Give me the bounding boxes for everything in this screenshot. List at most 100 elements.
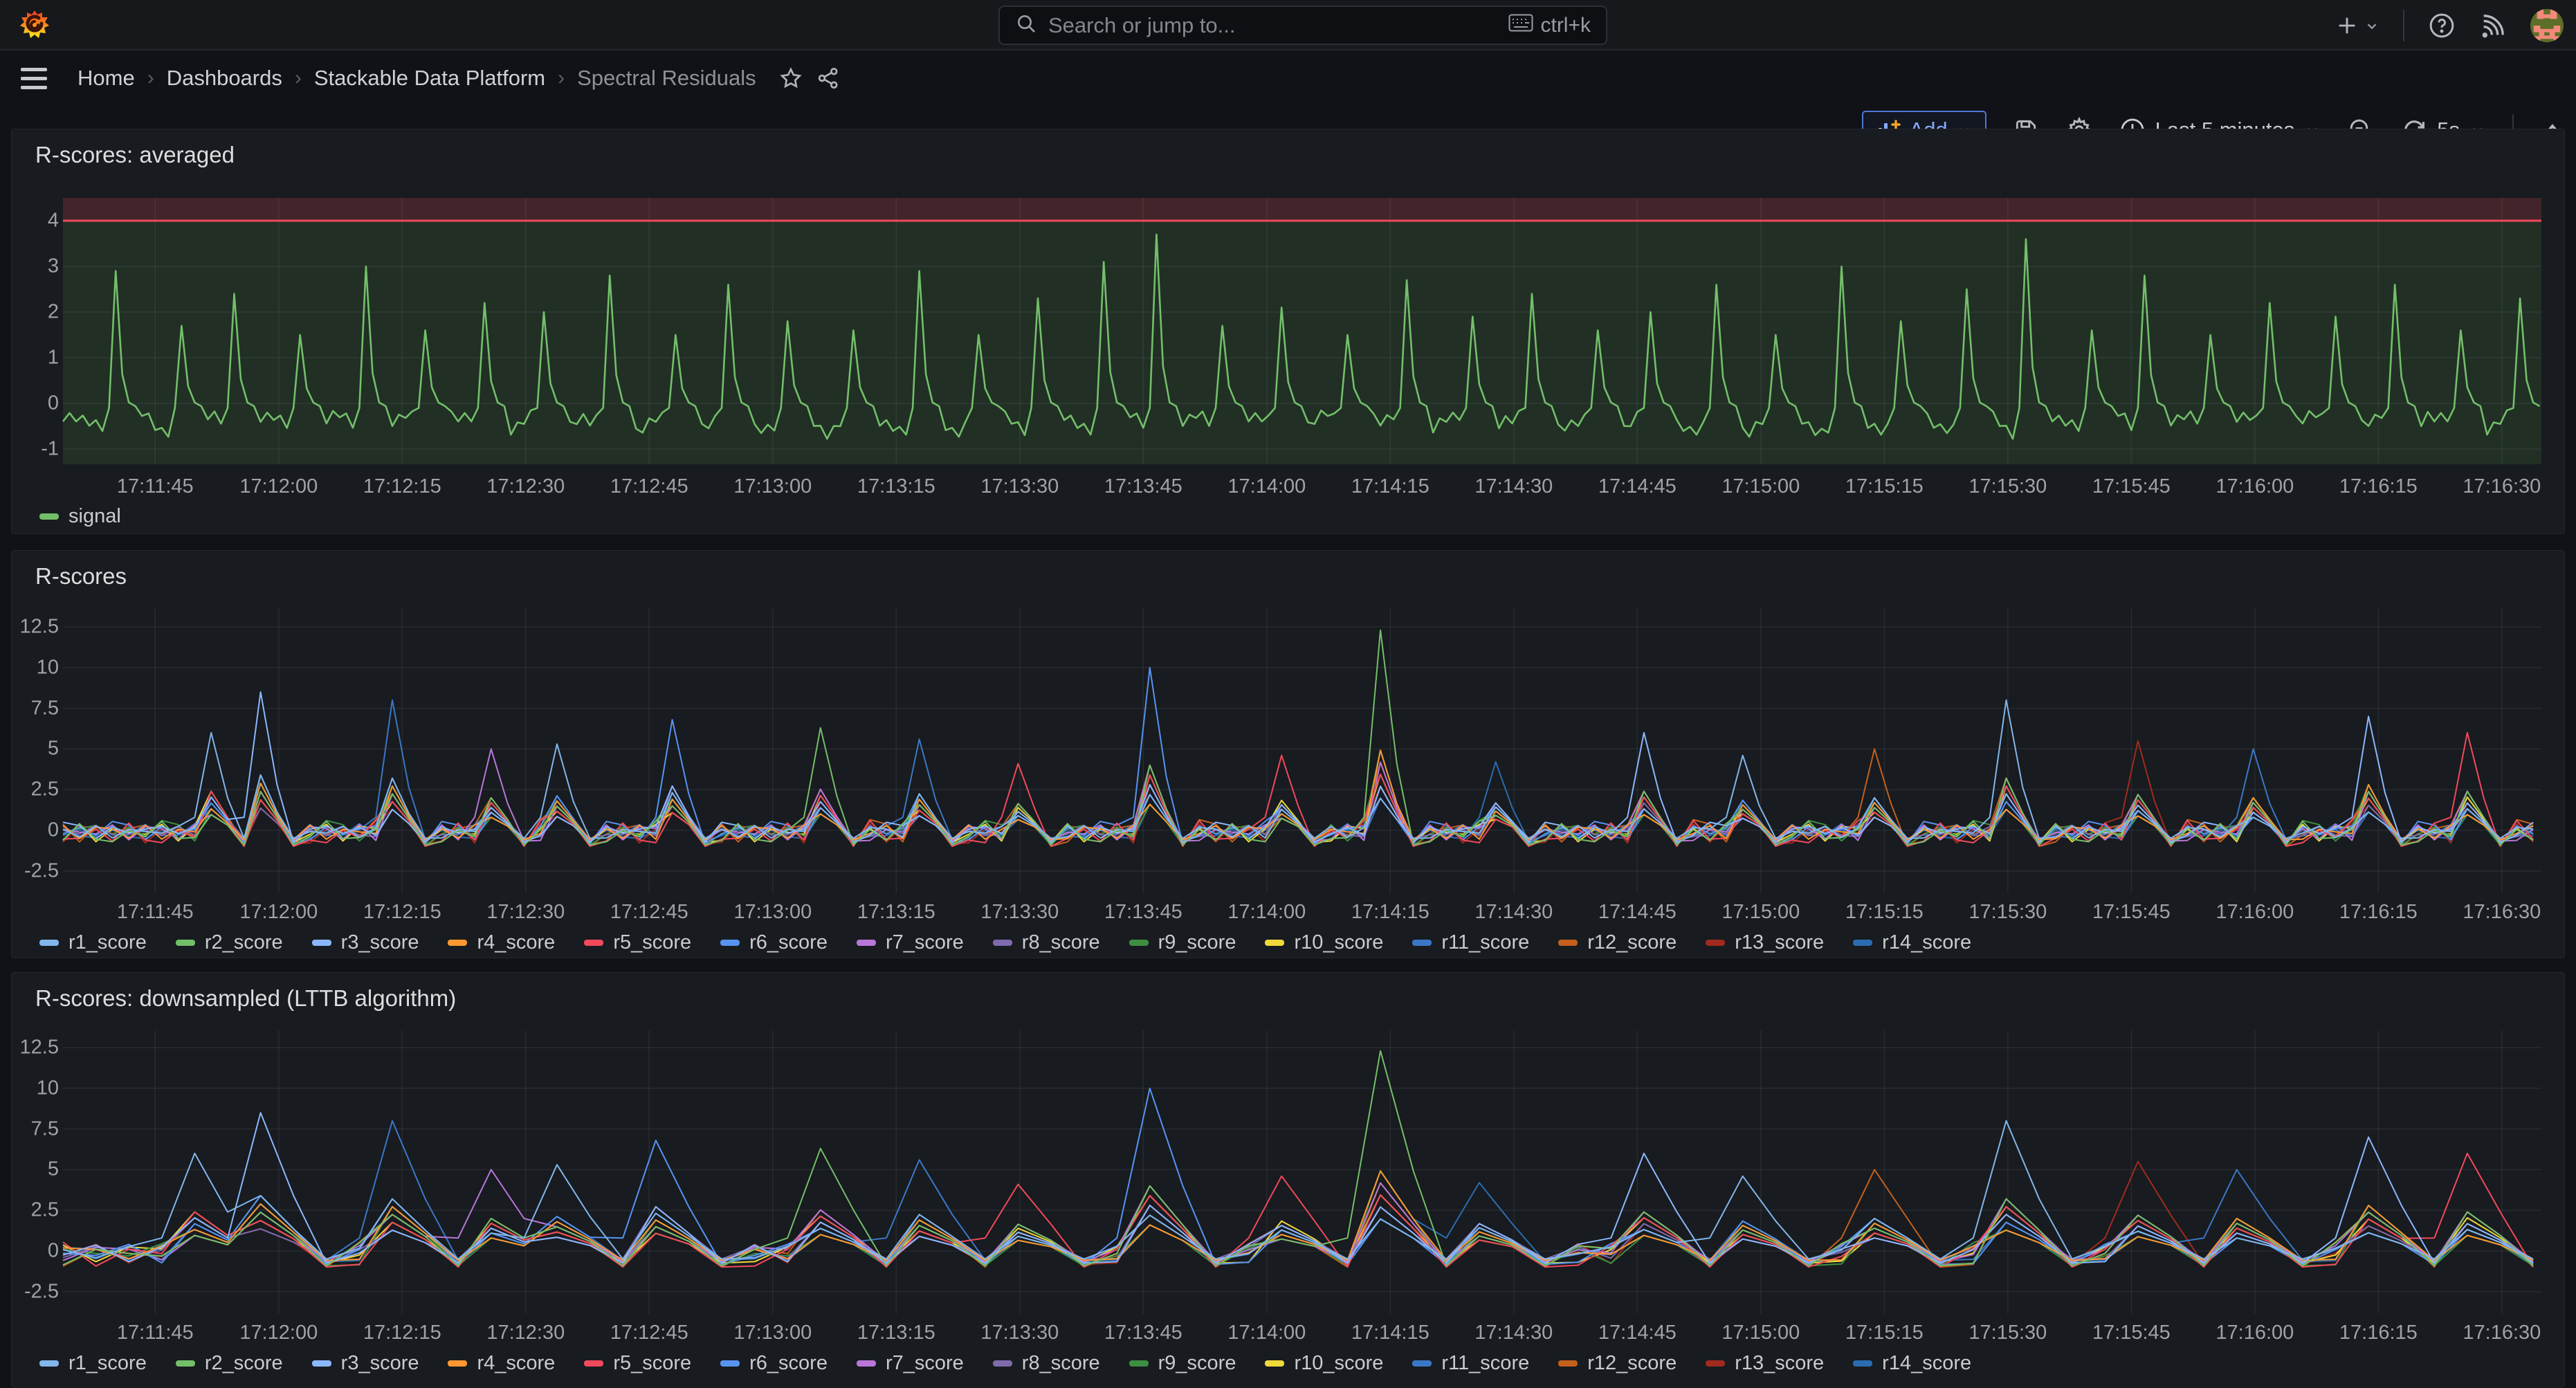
legend-item-r5_score[interactable]: r5_score: [584, 1352, 691, 1375]
legend-item-r2_score[interactable]: r2_score: [176, 931, 283, 954]
x-tick-label: 17:15:00: [1721, 901, 1800, 924]
new-menu-button[interactable]: [2335, 14, 2379, 37]
legend-item-r7_score[interactable]: r7_score: [857, 1352, 964, 1375]
legend-color-marker: [448, 1360, 467, 1367]
legend-item-r10_score[interactable]: r10_score: [1265, 931, 1383, 954]
favorite-star-button[interactable]: [778, 66, 803, 91]
x-tick-label: 17:14:15: [1351, 1322, 1429, 1344]
legend-color-marker: [1412, 1360, 1432, 1367]
x-tick-label: 17:16:15: [2339, 1322, 2418, 1344]
legend-label: r2_score: [205, 931, 283, 954]
legend-label: r1_score: [68, 1352, 147, 1375]
legend-item-r11_score[interactable]: r11_score: [1412, 931, 1529, 954]
plot-area[interactable]: [12, 129, 2566, 535]
x-tick-label: 17:15:45: [2092, 1322, 2171, 1344]
series-line-r1_score: [63, 1121, 2533, 1259]
panel-r-scores-averaged: R-scores: averaged 43210-117:11:4517:12:…: [11, 129, 2565, 534]
legend-item-r7_score[interactable]: r7_score: [857, 931, 964, 954]
x-tick-label: 17:16:15: [2339, 475, 2418, 498]
legend: r1_score r2_score r3_score r4_score r5_score…: [39, 931, 1971, 954]
legend-color-marker: [857, 1360, 876, 1367]
legend-item-signal[interactable]: signal: [39, 505, 121, 528]
y-tick-label: -2.5: [2, 1280, 59, 1303]
y-tick-label: 10: [2, 1077, 59, 1099]
y-tick-label: 5: [2, 738, 59, 760]
news-button[interactable]: [2479, 12, 2507, 39]
legend-label: r12_score: [1587, 1352, 1677, 1375]
legend-item-r4_score[interactable]: r4_score: [448, 931, 555, 954]
legend-color-marker: [720, 1360, 740, 1367]
legend-item-r11_score[interactable]: r11_score: [1412, 1352, 1529, 1375]
panel-r-scores: R-scores 12.5107.552.50-2.517:11:4517:12…: [11, 550, 2565, 958]
legend-item-r13_score[interactable]: r13_score: [1706, 931, 1824, 954]
x-tick-label: 17:15:45: [2092, 901, 2171, 924]
x-tick-label: 17:14:15: [1351, 901, 1429, 924]
x-tick-label: 17:13:15: [857, 901, 935, 924]
legend-item-r6_score[interactable]: r6_score: [720, 931, 828, 954]
x-tick-label: 17:12:00: [239, 901, 318, 924]
legend-label: r7_score: [886, 931, 964, 954]
legend-item-r9_score[interactable]: r9_score: [1129, 1352, 1236, 1375]
legend-item-r4_score[interactable]: r4_score: [448, 1352, 555, 1375]
breadcrumb-dashboards[interactable]: Dashboards: [167, 66, 282, 91]
y-tick-label: 10: [2, 656, 59, 679]
legend-item-r8_score[interactable]: r8_score: [993, 1352, 1100, 1375]
y-tick-label: 2.5: [2, 778, 59, 801]
x-tick-label: 17:13:00: [733, 901, 812, 924]
x-tick-label: 17:14:30: [1474, 1322, 1553, 1344]
legend-item-r12_score[interactable]: r12_score: [1558, 1352, 1677, 1375]
search-shortcut-label: ctrl+k: [1540, 14, 1591, 37]
legend-item-r10_score[interactable]: r10_score: [1265, 1352, 1383, 1375]
legend-color-marker: [39, 940, 59, 946]
y-tick-label: -1: [2, 438, 59, 461]
legend-item-r12_score[interactable]: r12_score: [1558, 931, 1677, 954]
grafana-logo[interactable]: [18, 8, 51, 42]
share-button[interactable]: [816, 66, 841, 91]
breadcrumb-folder[interactable]: Stackable Data Platform: [314, 66, 545, 91]
legend-item-r13_score[interactable]: r13_score: [1706, 1352, 1824, 1375]
x-tick-label: 17:12:30: [486, 475, 565, 498]
breadcrumb-home[interactable]: Home: [77, 66, 135, 91]
legend-label: r9_score: [1158, 1352, 1236, 1375]
x-tick-label: 17:14:00: [1227, 901, 1306, 924]
legend-item-r1_score[interactable]: r1_score: [39, 931, 147, 954]
x-tick-label: 17:13:15: [857, 475, 935, 498]
x-tick-label: 17:12:45: [610, 475, 688, 498]
menu-toggle-button[interactable]: [21, 68, 47, 89]
legend-label: r6_score: [749, 931, 828, 954]
legend-item-r3_score[interactable]: r3_score: [312, 931, 419, 954]
legend-item-r9_score[interactable]: r9_score: [1129, 931, 1236, 954]
plot-area[interactable]: [12, 551, 2566, 959]
x-tick-label: 17:13:00: [733, 1322, 812, 1344]
search-icon: [1015, 12, 1037, 38]
legend-item-r14_score[interactable]: r14_score: [1853, 931, 1971, 954]
legend-item-r3_score[interactable]: r3_score: [312, 1352, 419, 1375]
search-placeholder: Search or jump to...: [1048, 13, 1508, 38]
legend-label: r7_score: [886, 1352, 964, 1375]
x-tick-label: 17:15:30: [1968, 475, 2047, 498]
legend-item-r14_score[interactable]: r14_score: [1853, 1352, 1971, 1375]
x-tick-label: 17:16:00: [2216, 1322, 2294, 1344]
legend-item-r2_score[interactable]: r2_score: [176, 1352, 283, 1375]
search-input[interactable]: Search or jump to... ctrl+k: [998, 6, 1607, 45]
x-tick-label: 17:14:45: [1598, 1322, 1677, 1344]
breadcrumb-separator-icon: ›: [558, 66, 565, 90]
help-button[interactable]: [2428, 12, 2456, 39]
user-avatar[interactable]: [2530, 9, 2564, 42]
legend-item-r1_score[interactable]: r1_score: [39, 1352, 147, 1375]
legend-item-r6_score[interactable]: r6_score: [720, 1352, 828, 1375]
y-tick-label: 12.5: [2, 1037, 59, 1059]
legend-color-marker: [312, 940, 331, 946]
legend-color-marker: [1558, 1360, 1578, 1367]
legend-label: r6_score: [749, 1352, 828, 1375]
legend-label: r2_score: [205, 1352, 283, 1375]
x-tick-label: 17:14:45: [1598, 901, 1677, 924]
x-tick-label: 17:12:30: [486, 1322, 565, 1344]
y-tick-label: 1: [2, 347, 59, 369]
legend-item-r8_score[interactable]: r8_score: [993, 931, 1100, 954]
x-tick-label: 17:15:30: [1968, 901, 2047, 924]
legend-color-marker: [993, 1360, 1012, 1367]
x-tick-label: 17:13:45: [1104, 1322, 1182, 1344]
legend-label: r14_score: [1882, 1352, 1971, 1375]
legend-item-r5_score[interactable]: r5_score: [584, 931, 691, 954]
